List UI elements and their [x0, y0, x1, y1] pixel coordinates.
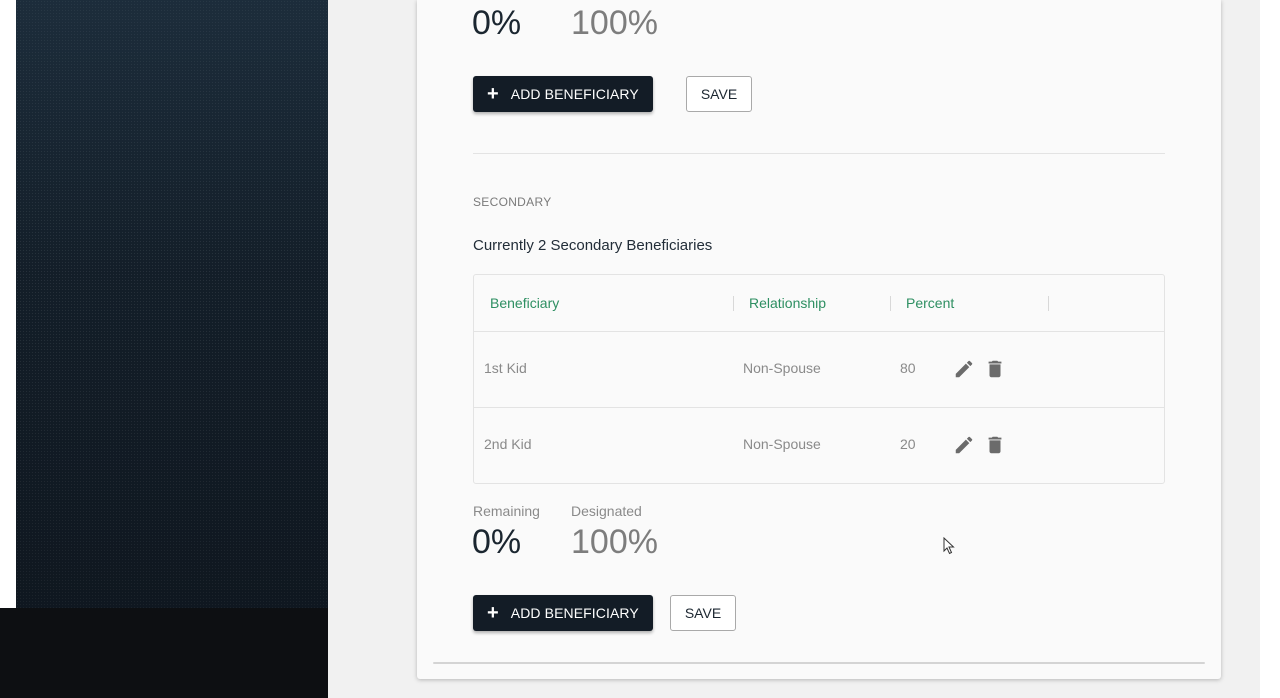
table-row: 2nd Kid Non-Spouse 20 [474, 407, 1164, 483]
secondary-count-title: Currently 2 Secondary Beneficiaries [473, 237, 713, 254]
secondary-add-beneficiary-label: ADD BENEFICIARY [510, 605, 639, 621]
background-dark-panel-lower [0, 608, 328, 698]
column-separator [890, 296, 891, 311]
section-divider [473, 153, 1165, 154]
column-header-beneficiary[interactable]: Beneficiary [490, 295, 559, 311]
primary-save-button[interactable]: SAVE [686, 76, 752, 112]
plus-icon: + [487, 602, 499, 624]
trash-icon[interactable] [984, 358, 1006, 380]
column-separator [1048, 296, 1049, 311]
primary-add-beneficiary-label: ADD BENEFICIARY [510, 86, 639, 102]
primary-designated-value: 100% [571, 4, 658, 42]
page-right-edge [1260, 0, 1280, 698]
beneficiary-percent: 80 [900, 360, 916, 376]
beneficiary-name: 1st Kid [484, 360, 527, 376]
secondary-designated-label: Designated [571, 503, 642, 519]
primary-remaining-value: 0% [472, 4, 522, 42]
column-header-percent[interactable]: Percent [906, 295, 954, 311]
pencil-icon[interactable] [953, 434, 975, 456]
trash-icon[interactable] [984, 434, 1006, 456]
secondary-section-label: SECONDARY [473, 195, 552, 209]
column-header-relationship[interactable]: Relationship [749, 295, 826, 311]
beneficiary-relationship: Non-Spouse [743, 436, 821, 452]
background-dark-panel [16, 0, 328, 608]
secondary-beneficiaries-table: Beneficiary Relationship Percent 1st Kid… [473, 274, 1165, 484]
pencil-icon[interactable] [953, 358, 975, 380]
secondary-remaining-label: Remaining [473, 503, 540, 519]
secondary-save-button[interactable]: SAVE [670, 595, 736, 631]
inner-card-bottom-edge [433, 662, 1205, 664]
mouse-pointer-icon [943, 537, 955, 555]
plus-icon: + [487, 83, 499, 105]
beneficiary-relationship: Non-Spouse [743, 360, 821, 376]
secondary-remaining-value: 0% [472, 523, 522, 561]
column-separator [733, 296, 734, 311]
left-white-strip [0, 0, 16, 608]
secondary-add-beneficiary-button[interactable]: + ADD BENEFICIARY [473, 595, 653, 631]
table-row: 1st Kid Non-Spouse 80 [474, 331, 1164, 407]
beneficiary-percent: 20 [900, 436, 916, 452]
beneficiary-name: 2nd Kid [484, 436, 532, 452]
primary-add-beneficiary-button[interactable]: + ADD BENEFICIARY [473, 76, 653, 112]
secondary-designated-value: 100% [571, 523, 658, 561]
